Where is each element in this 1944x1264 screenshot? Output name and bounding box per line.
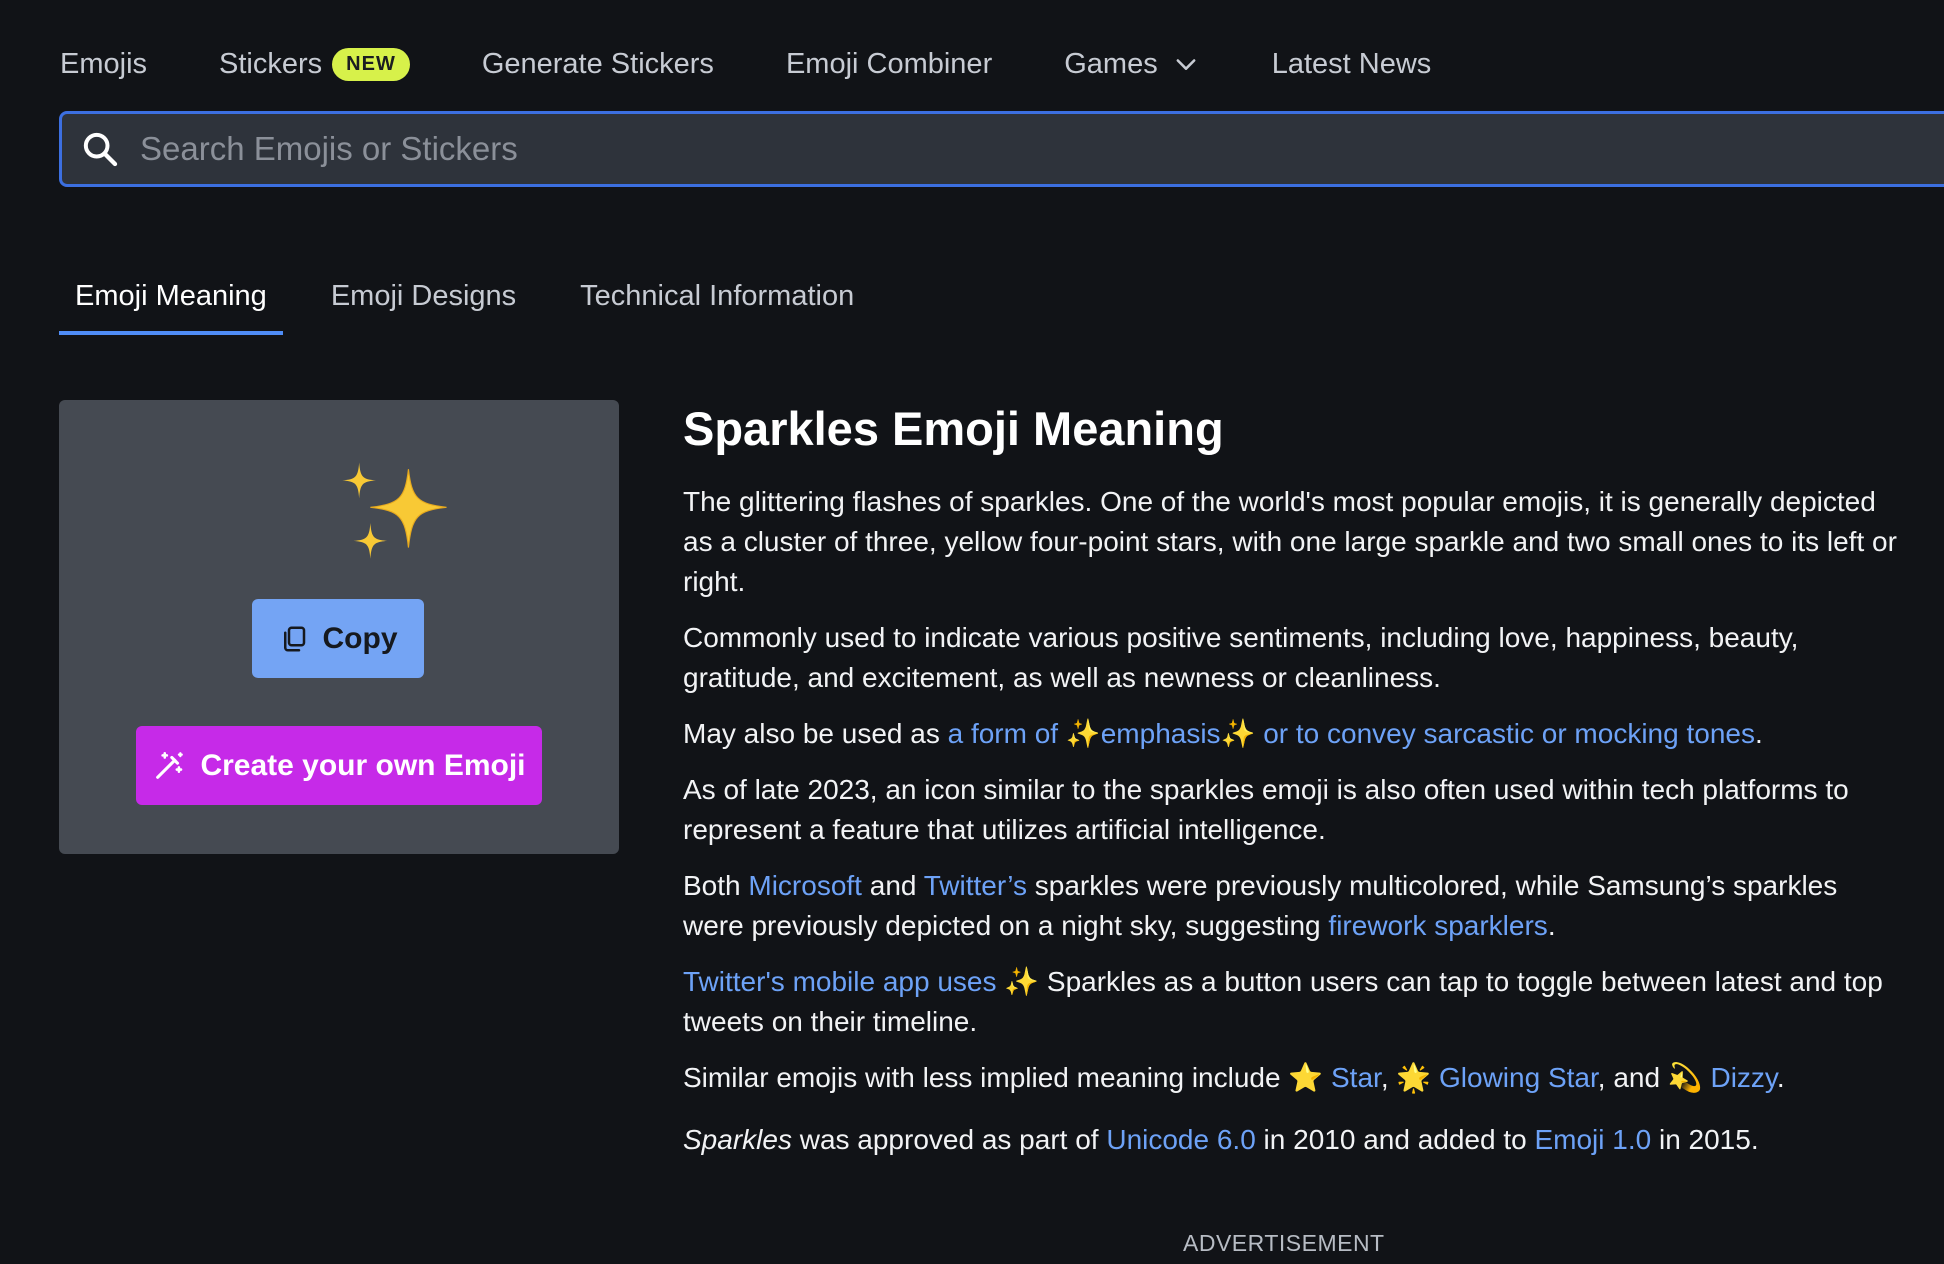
meaning-content: Sparkles Emoji Meaning The glittering fl… [683,398,1903,1176]
copy-button[interactable]: Copy [252,599,424,678]
twitter-mobile-app-link[interactable]: Twitter's mobile app uses [683,966,996,997]
text: , and 💫 [1597,1062,1711,1093]
paragraph-unicode: Sparkles was approved as part of Unicode… [683,1120,1903,1160]
tab-emoji-meaning[interactable]: Emoji Meaning [59,270,283,335]
microsoft-link[interactable]: Microsoft [748,870,862,901]
chevron-down-icon [1176,59,1196,70]
nav-games[interactable]: Games [1064,48,1199,81]
glowing-star-link[interactable]: Glowing Star [1439,1062,1598,1093]
page-title: Sparkles Emoji Meaning [683,402,1224,455]
text: . [1776,1062,1785,1093]
content-tabs: Emoji Meaning Emoji Designs Technical In… [59,270,902,335]
unicode-link[interactable]: Unicode 6.0 [1106,1124,1255,1155]
create-emoji-button[interactable]: Create your own Emoji [136,726,542,805]
paragraph-ai: As of late 2023, an icon similar to the … [683,774,1849,845]
create-emoji-button-label: Create your own Emoji [200,748,526,782]
text: . [1754,718,1763,749]
search-icon [83,132,118,167]
text: , 🌟 [1380,1062,1440,1093]
text: Sparkles [683,1124,792,1155]
tab-technical-information[interactable]: Technical Information [564,270,870,335]
text: Both [683,870,749,901]
text: . [1547,910,1556,941]
paragraph-vendors: Both Microsoft and Twitter’s sparkles we… [683,866,1903,946]
emoji-version-link[interactable]: Emoji 1.0 [1534,1124,1651,1155]
top-nav: Emojis Stickers NEW Generate Stickers Em… [60,22,1503,106]
text: and [861,870,924,901]
paragraph-description: The glittering flashes of sparkles. One … [683,486,1897,597]
emoji-card: Copy Create your own Emoji [59,400,619,854]
text: in 2015. [1651,1124,1759,1155]
nav-stickers-label: Stickers [219,47,323,80]
twitter-link[interactable]: Twitter’s [924,870,1027,901]
star-link[interactable]: Star [1331,1062,1381,1093]
firework-sparklers-link[interactable]: firework sparklers [1328,910,1547,941]
paragraph-similar: Similar emojis with less implied meaning… [683,1058,1903,1098]
paragraph-twitter-app: Twitter's mobile app uses ✨ Sparkles as … [683,962,1903,1042]
nav-emoji-combiner[interactable]: Emoji Combiner [786,48,992,81]
paragraph-usage: Commonly used to indicate various positi… [683,622,1799,693]
new-badge: NEW [332,47,410,81]
nav-emojis[interactable]: Emojis [60,48,147,81]
copy-icon [283,626,305,651]
magic-wand-icon [156,751,184,779]
text: in 2010 and added to [1255,1124,1535,1155]
nav-generate-stickers[interactable]: Generate Stickers [482,48,714,81]
nav-latest-news[interactable]: Latest News [1272,48,1432,81]
tab-emoji-designs[interactable]: Emoji Designs [315,270,532,335]
emphasis-link[interactable]: a form of ✨emphasis✨ or to convey sarcas… [948,718,1755,749]
advertisement-label: ADVERTISEMENT [1183,1230,1385,1256]
copy-button-label: Copy [322,621,398,655]
paragraph-emphasis: May also be used as a form of ✨emphasis✨… [683,714,1903,754]
sparkles-emoji-icon [342,462,447,559]
nav-stickers[interactable]: Stickers NEW [219,47,410,81]
nav-games-label: Games [1064,47,1158,80]
dizzy-link[interactable]: Dizzy [1710,1062,1776,1093]
text: Similar emojis with less implied meaning… [683,1062,1331,1093]
search-input[interactable] [138,129,1842,169]
search-bar [59,111,1944,187]
text: was approved as part of [791,1124,1107,1155]
text: May also be used as [683,718,948,749]
